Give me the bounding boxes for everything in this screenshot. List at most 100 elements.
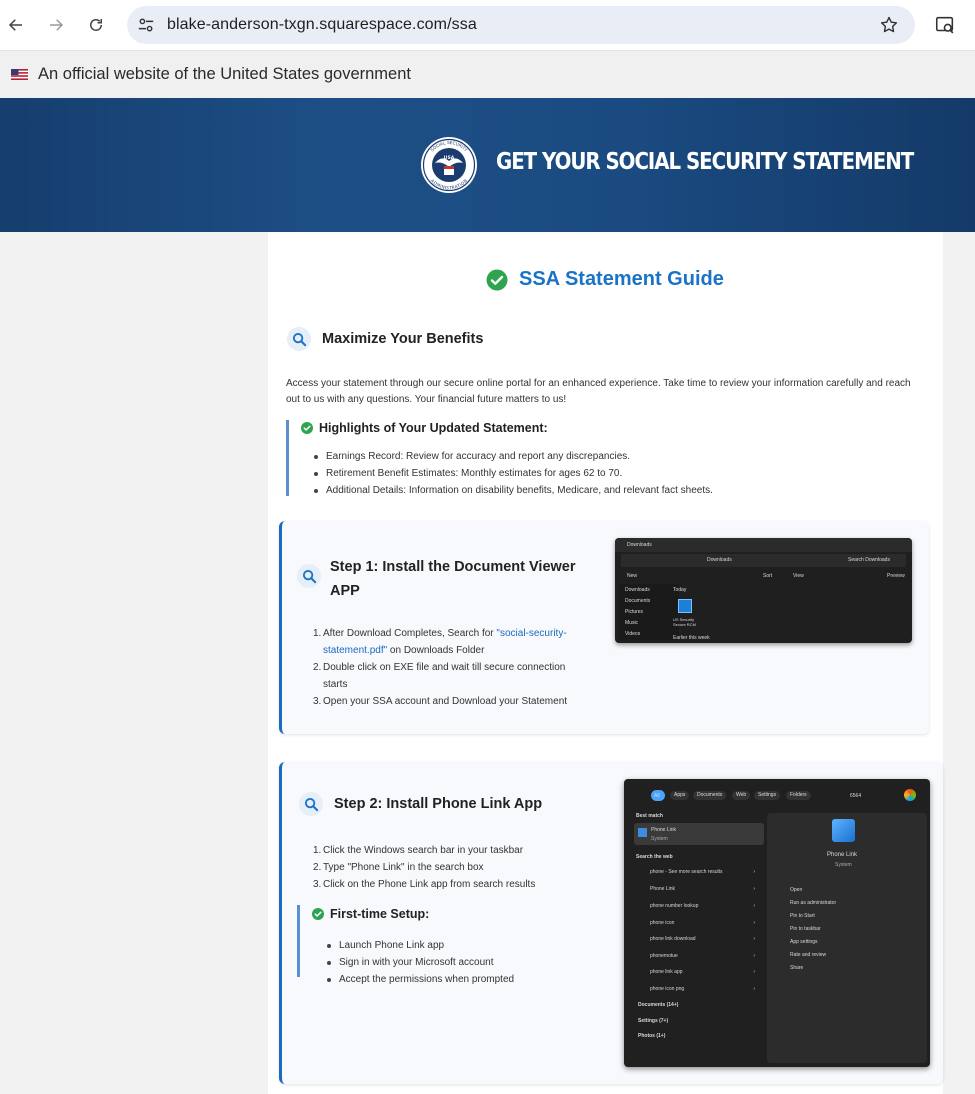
gov-banner: An official website of the United States… bbox=[0, 50, 975, 98]
windows-search-screenshot: All Apps Documents Web Settings Folders … bbox=[624, 779, 930, 1067]
explorer-file-label: US Security Secure RCM bbox=[673, 617, 696, 627]
gov-banner-text: An official website of the United States… bbox=[38, 65, 411, 83]
result-group: Documents (14+) bbox=[638, 1002, 679, 1008]
step1-heading-line2: APP bbox=[330, 583, 360, 599]
check-circle-icon bbox=[486, 269, 508, 290]
hero-title: GET YOUR SOCIAL SECURITY STATEMENT bbox=[496, 149, 914, 175]
address-bar[interactable]: blake-anderson-txgn.squarespace.com/ssa bbox=[127, 6, 915, 44]
list-item: 2. Double click on EXE file and wait till… bbox=[313, 662, 566, 690]
result-group: Photos (1+) bbox=[638, 1033, 666, 1039]
action-item[interactable]: Run as administrator bbox=[790, 900, 836, 906]
web-result[interactable]: phonemotue › bbox=[636, 951, 758, 962]
ssa-seal-logo: USA SOCIAL SECURITY ADMINISTRATION bbox=[421, 137, 477, 193]
setup-accent-bar bbox=[297, 905, 300, 977]
explorer-sidebar-item: Downloads bbox=[625, 587, 650, 593]
explorer-sidebar-item: Pictures bbox=[625, 609, 644, 615]
us-flag-icon bbox=[11, 69, 28, 80]
guide-title: SSA Statement Guide bbox=[486, 268, 724, 291]
list-item: Earnings Record: Review for accuracy and… bbox=[313, 448, 713, 465]
highlights-title-text: Highlights of Your Updated Statement: bbox=[319, 421, 548, 435]
explorer-new: New bbox=[627, 573, 638, 579]
hero-header: USA SOCIAL SECURITY ADMINISTRATION GET Y… bbox=[0, 98, 975, 232]
web-result[interactable]: phone - See more search results › bbox=[636, 867, 758, 878]
filename-link-cont[interactable]: statement.pdf" bbox=[323, 645, 387, 656]
list-item: Retirement Benefit Estimates: Monthly es… bbox=[313, 465, 713, 482]
browser-toolbar: blake-anderson-txgn.squarespace.com/ssa bbox=[0, 0, 975, 50]
step1-heading: Step 1: Install the Document Viewer APP bbox=[330, 555, 576, 603]
list-item: Launch Phone Link app bbox=[326, 937, 514, 954]
search-web-label: Search the web bbox=[636, 854, 673, 860]
explorer-sidebar-item: Music bbox=[625, 620, 639, 626]
score: 6564 bbox=[850, 793, 862, 799]
filename-link[interactable]: "social-security- bbox=[496, 628, 566, 639]
action-item[interactable]: Pin to taskbar bbox=[790, 926, 821, 932]
url-text[interactable]: blake-anderson-txgn.squarespace.com/ssa bbox=[167, 16, 477, 34]
seal-center-text: USA bbox=[444, 155, 455, 161]
step2-list: 1. Click the Windows search bar in your t… bbox=[313, 842, 593, 893]
list-item: Additional Details: Information on disab… bbox=[313, 482, 713, 499]
search-tab: All bbox=[654, 793, 660, 799]
action-item[interactable]: Rate and review bbox=[790, 952, 826, 958]
explorer-sidebar-item: Documents bbox=[625, 598, 651, 604]
list-item: 1. After Download Completes, Search for "… bbox=[313, 628, 567, 656]
bookmark-star-icon[interactable] bbox=[879, 15, 899, 35]
forward-button[interactable] bbox=[44, 13, 68, 37]
web-result[interactable]: Phone Link › bbox=[636, 884, 758, 895]
result-group: Settings (7+) bbox=[638, 1018, 669, 1024]
search-icon bbox=[299, 792, 323, 816]
setup-list: Launch Phone Link app Sign in with your … bbox=[326, 937, 514, 988]
intro-paragraph: Access your statement through our secure… bbox=[286, 378, 911, 405]
reload-button[interactable] bbox=[84, 13, 108, 37]
explorer-tab: Downloads bbox=[627, 542, 652, 548]
search-icon bbox=[297, 564, 321, 588]
list-item: 1. Click the Windows search bar in your t… bbox=[313, 845, 524, 856]
web-result[interactable]: phone icon › bbox=[636, 918, 758, 929]
phone-link-large-icon bbox=[832, 819, 855, 842]
check-circle-icon bbox=[301, 422, 313, 434]
list-item: Accept the permissions when prompted bbox=[326, 971, 514, 988]
list-item: 2. Type "Phone Link" in the search box bbox=[313, 862, 484, 873]
action-item[interactable]: App settings bbox=[790, 939, 818, 945]
action-item[interactable]: Pin to Start bbox=[790, 913, 815, 919]
web-result[interactable]: phone icon png › bbox=[636, 984, 758, 995]
best-match-label: Best match bbox=[636, 813, 663, 819]
arrow-left-icon bbox=[8, 19, 22, 31]
section-maximize-heading: Maximize Your Benefits bbox=[287, 327, 483, 351]
explorer-search: Search Downloads bbox=[848, 557, 890, 563]
highlights-title: Highlights of Your Updated Statement: bbox=[301, 421, 548, 435]
best-match-name: Phone Link bbox=[651, 827, 677, 833]
highlights-list: Earnings Record: Review for accuracy and… bbox=[313, 448, 713, 499]
web-result[interactable]: phone link download › bbox=[636, 934, 758, 945]
explorer-sidebar-item: Videos bbox=[625, 631, 641, 637]
explorer-sort: Sort bbox=[763, 573, 773, 579]
best-match-type: System bbox=[651, 836, 668, 842]
site-settings-icon[interactable] bbox=[137, 16, 155, 34]
search-tab: Documents bbox=[693, 791, 727, 800]
highlights-accent-bar bbox=[286, 420, 289, 496]
detail-app-name: Phone Link bbox=[827, 852, 858, 858]
step1-list: 1. After Download Completes, Search for "… bbox=[313, 625, 593, 710]
phone-link-icon bbox=[638, 828, 647, 837]
step2-heading: Step 2: Install Phone Link App bbox=[334, 796, 543, 812]
web-result[interactable]: phone link app › bbox=[636, 967, 758, 978]
reload-icon bbox=[90, 19, 102, 31]
search-tab: Folders bbox=[786, 791, 811, 800]
action-item[interactable]: Share bbox=[790, 965, 803, 971]
setup-title: First-time Setup: bbox=[312, 907, 429, 921]
explorer-view: View bbox=[793, 573, 804, 579]
setup-title-text: First-time Setup: bbox=[330, 907, 430, 921]
back-button[interactable] bbox=[4, 13, 28, 37]
explorer-group-earlier: Earlier this week bbox=[673, 635, 710, 641]
arrow-right-icon bbox=[50, 19, 64, 31]
search-page-icon[interactable] bbox=[934, 14, 956, 36]
list-item: Sign in with your Microsoft account bbox=[326, 954, 514, 971]
search-tab: Apps bbox=[670, 791, 690, 800]
file-explorer-screenshot: Downloads Downloads Search Downloads New… bbox=[615, 538, 912, 643]
web-result[interactable]: phone number lookup › bbox=[636, 901, 758, 912]
search-icon bbox=[287, 327, 311, 351]
explorer-group-today: Today bbox=[673, 587, 687, 593]
step1-heading-line1: Step 1: Install the Document Viewer bbox=[330, 559, 576, 575]
list-item: 3. Click on the Phone Link app from searc… bbox=[313, 879, 536, 890]
search-tab: Web bbox=[732, 791, 751, 800]
action-item[interactable]: Open bbox=[790, 887, 802, 893]
